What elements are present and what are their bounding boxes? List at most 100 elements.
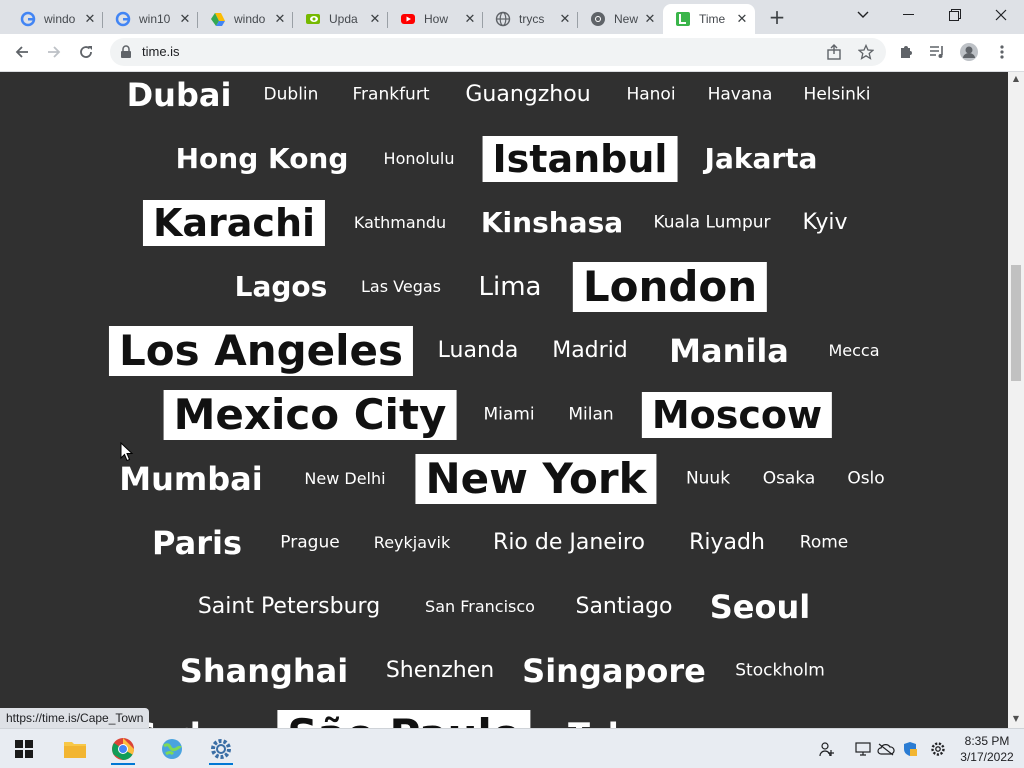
city-link[interactable]: Shanghai [180, 655, 348, 687]
city-link[interactable]: Jakarta [705, 145, 818, 173]
address-bar[interactable]: time.is [110, 38, 886, 66]
bookmark-button[interactable] [852, 38, 880, 66]
close-icon[interactable]: ✕ [463, 12, 477, 27]
city-link[interactable]: Paris [152, 527, 242, 559]
city-link[interactable]: Kyiv [803, 212, 848, 234]
people-icon[interactable] [815, 735, 839, 763]
taskbar-file-explorer[interactable] [55, 733, 95, 765]
city-link[interactable]: Mumbai [119, 463, 262, 495]
city-link[interactable]: Lima [479, 274, 542, 300]
tab-search-button[interactable] [840, 0, 886, 30]
city-link-highlighted[interactable]: Karachi [142, 200, 326, 246]
city-link[interactable]: Singapore [522, 655, 706, 687]
city-link[interactable]: Luanda [438, 340, 519, 362]
city-link[interactable]: New Delhi [304, 471, 385, 487]
city-link[interactable]: Kathmandu [354, 215, 446, 231]
city-link[interactable]: Osaka [763, 470, 816, 488]
tab-1[interactable]: windo ✕ [8, 4, 103, 34]
city-link-highlighted[interactable]: São Paulo [277, 710, 531, 728]
start-button[interactable] [4, 733, 44, 765]
city-link[interactable]: Reykjavik [374, 535, 450, 551]
city-link[interactable]: Mecca [828, 343, 879, 359]
city-link[interactable]: Dubai [127, 79, 232, 111]
scrollbar-thumb[interactable] [1011, 265, 1021, 381]
scroll-up-arrow-icon[interactable]: ▲ [1011, 74, 1021, 83]
close-icon[interactable]: ✕ [735, 12, 749, 27]
city-link[interactable]: Havana [708, 86, 773, 104]
city-link[interactable]: Hong Kong [176, 145, 349, 173]
city-link-highlighted[interactable]: Mexico City [163, 390, 457, 440]
back-button[interactable] [8, 38, 36, 66]
new-tab-button[interactable]: + [765, 6, 789, 30]
tab-4[interactable]: Upda ✕ [293, 4, 388, 34]
onedrive-icon[interactable] [874, 735, 898, 763]
city-link[interactable]: Frankfurt [353, 86, 430, 104]
city-link[interactable]: Rome [800, 534, 848, 552]
city-link[interactable]: Lagos [235, 273, 328, 301]
close-icon[interactable]: ✕ [178, 12, 192, 27]
tab-7[interactable]: New ✕ [578, 4, 663, 34]
profile-button[interactable] [955, 38, 983, 66]
city-link-highlighted[interactable]: Los Angeles [108, 326, 414, 376]
city-link[interactable]: Sydney [134, 719, 266, 728]
city-link[interactable]: Saint Petersburg [198, 596, 380, 618]
vertical-scrollbar[interactable]: ▲ ▼ [1008, 72, 1024, 728]
taskbar-network-app[interactable] [152, 733, 192, 765]
system-clock[interactable]: 8:35 PM 3/17/2022 [955, 733, 1019, 765]
tab-8-active[interactable]: Time ✕ [663, 4, 755, 34]
city-link[interactable]: San Francisco [425, 599, 535, 615]
reload-button[interactable] [72, 38, 100, 66]
city-link[interactable]: Milan [568, 406, 613, 424]
city-link[interactable]: Kinshasa [481, 209, 623, 237]
url-text[interactable]: time.is [142, 44, 180, 59]
taskbar-chrome[interactable] [103, 733, 143, 765]
city-link[interactable]: Guangzhou [465, 84, 590, 106]
city-link-highlighted[interactable]: London [572, 262, 768, 312]
close-icon[interactable]: ✕ [643, 12, 657, 27]
city-link-highlighted[interactable]: New York [415, 454, 657, 504]
security-icon[interactable] [898, 735, 922, 763]
close-icon[interactable]: ✕ [368, 12, 382, 27]
city-link[interactable]: Tokyo [568, 719, 672, 728]
close-icon[interactable]: ✕ [558, 12, 572, 27]
city-link[interactable]: Miami [483, 406, 534, 424]
menu-button[interactable] [988, 38, 1016, 66]
close-icon[interactable]: ✕ [83, 12, 97, 27]
close-icon[interactable]: ✕ [273, 12, 287, 27]
city-link-highlighted[interactable]: Moscow [641, 392, 833, 438]
city-link[interactable]: Rio de Janeiro [493, 532, 645, 554]
city-link[interactable]: Oslo [847, 470, 884, 488]
lock-icon[interactable] [120, 45, 132, 59]
city-link[interactable]: Santiago [575, 596, 672, 618]
city-link[interactable]: Honolulu [384, 151, 455, 167]
share-button[interactable] [820, 38, 848, 66]
city-link[interactable]: Seoul [710, 591, 810, 623]
city-link[interactable]: Kuala Lumpur [653, 214, 770, 232]
city-link[interactable]: Madrid [552, 340, 628, 362]
media-button[interactable] [923, 38, 951, 66]
restore-button[interactable] [932, 0, 978, 30]
forward-button[interactable] [40, 38, 68, 66]
settings-gear-icon[interactable] [926, 735, 950, 763]
city-link[interactable]: Helsinki [804, 86, 871, 104]
city-link[interactable]: Las Vegas [361, 279, 441, 295]
taskbar-settings[interactable] [201, 733, 241, 765]
city-link[interactable]: Prague [280, 534, 339, 552]
city-link[interactable]: Nuuk [686, 470, 730, 488]
city-link[interactable]: Riyadh [689, 532, 765, 554]
tab-2[interactable]: win10 ✕ [103, 4, 198, 34]
city-link-highlighted[interactable]: Istanbul [482, 136, 678, 182]
tab-6[interactable]: trycs ✕ [483, 4, 578, 34]
city-link[interactable]: Hanoi [626, 86, 675, 104]
scroll-down-arrow-icon[interactable]: ▼ [1011, 714, 1021, 723]
tab-3[interactable]: windo ✕ [198, 4, 293, 34]
tab-5[interactable]: How ✕ [388, 4, 483, 34]
close-window-button[interactable] [978, 0, 1024, 30]
extensions-button[interactable] [892, 38, 920, 66]
city-link[interactable]: Shenzhen [386, 660, 494, 682]
city-link[interactable]: Dublin [264, 86, 319, 104]
display-icon[interactable] [851, 735, 875, 763]
city-link[interactable]: Manila [669, 335, 789, 367]
city-link[interactable]: Stockholm [735, 662, 825, 680]
minimize-button[interactable] [886, 0, 932, 30]
